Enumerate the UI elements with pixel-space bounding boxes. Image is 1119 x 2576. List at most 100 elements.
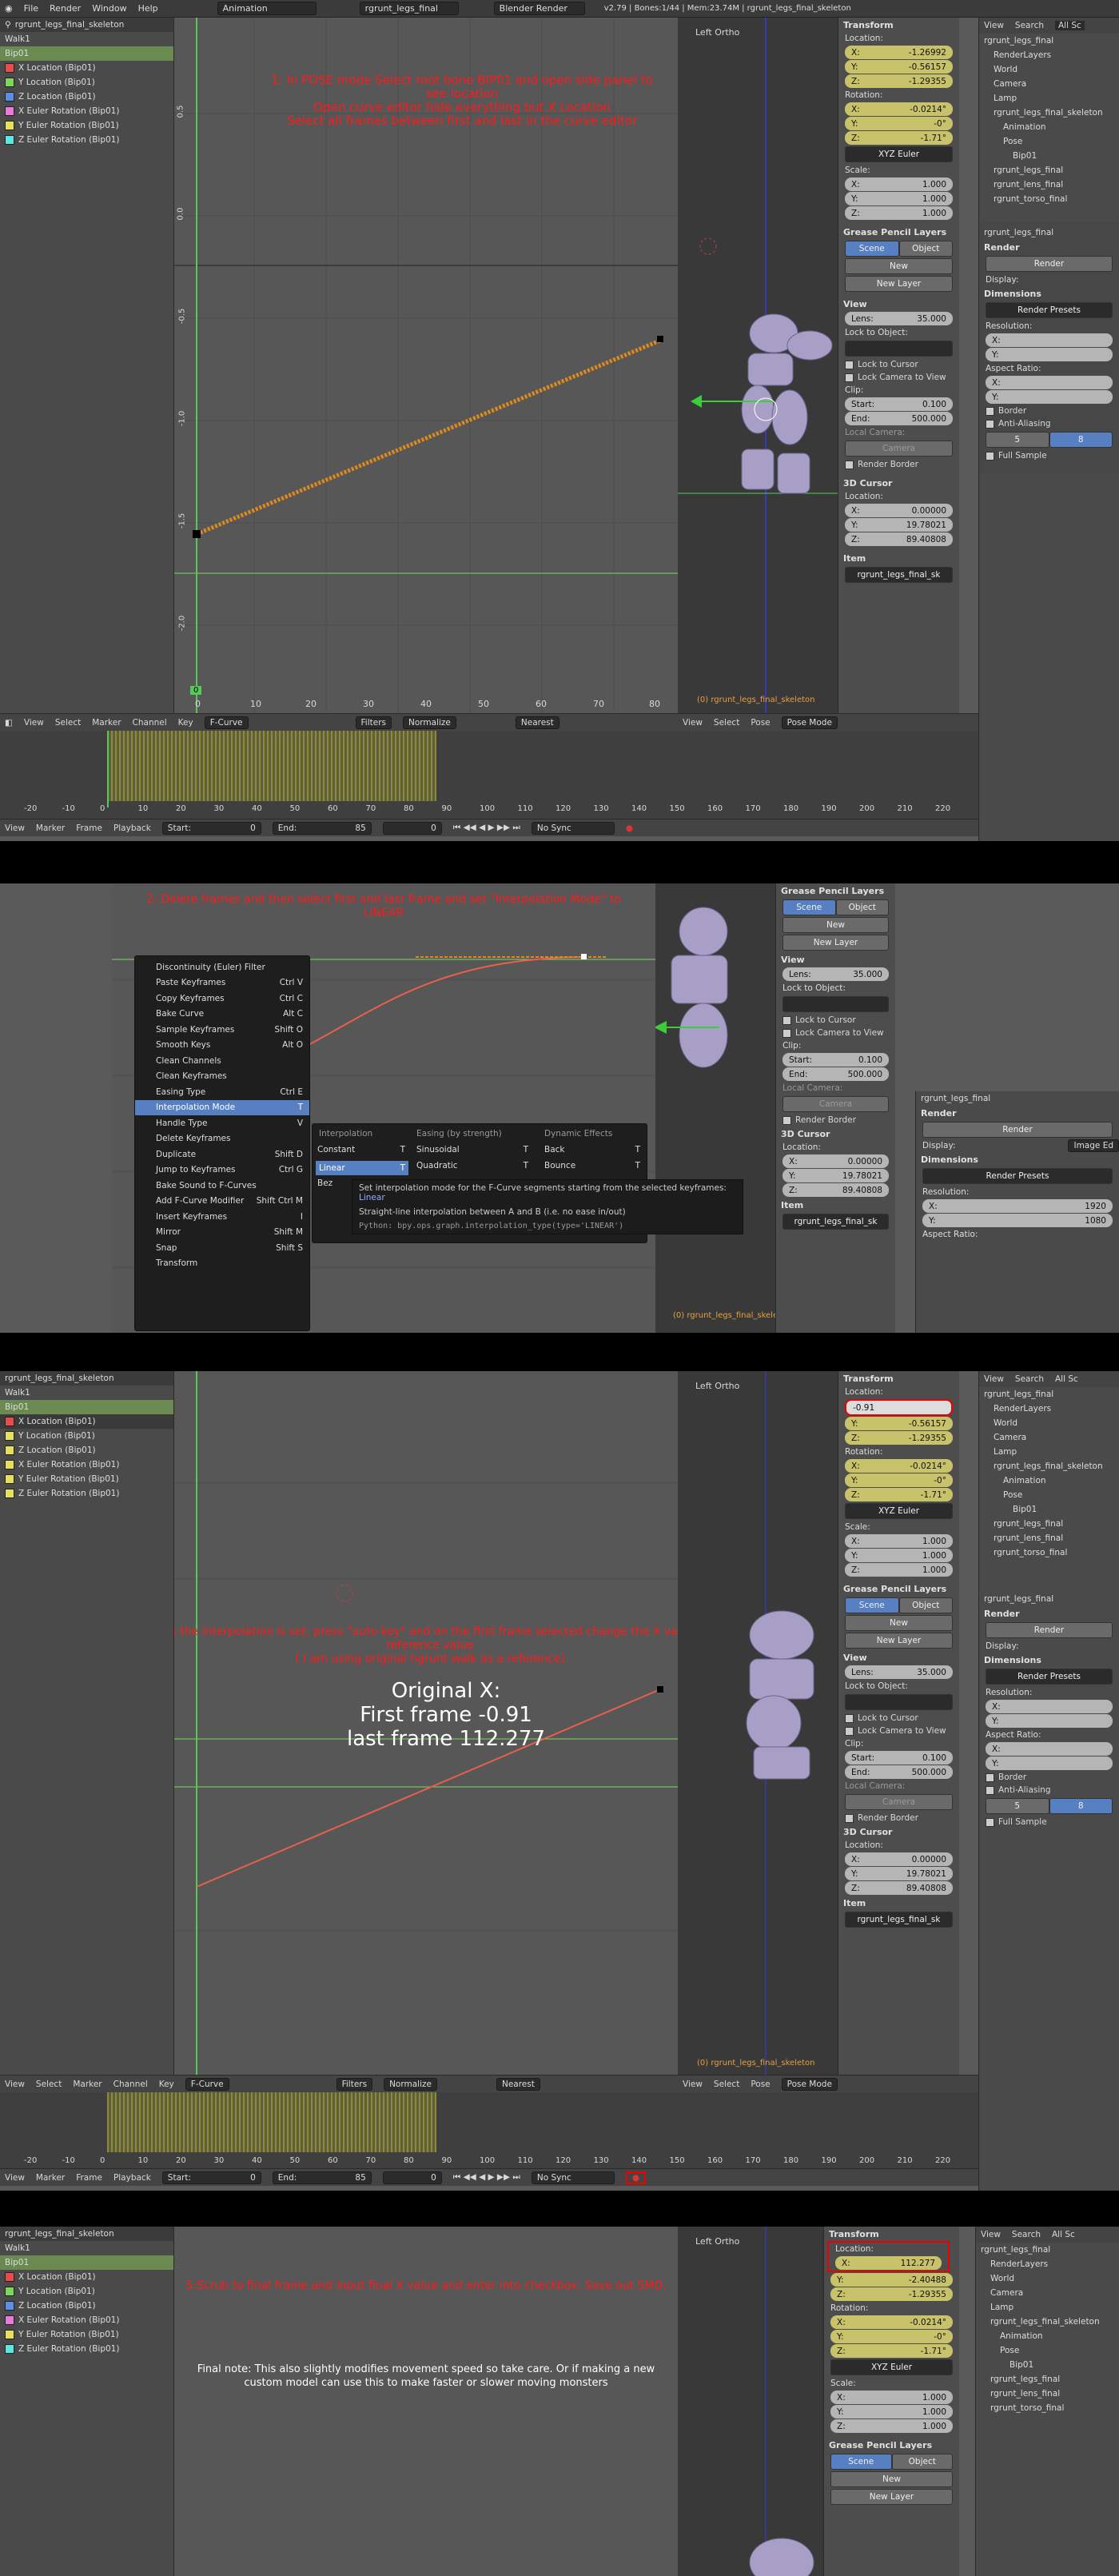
graph-menu-key[interactable]: Key: [178, 718, 193, 728]
props-tab-search[interactable]: Search: [1015, 1374, 1044, 1384]
graph-mode-select[interactable]: F-Curve: [185, 2077, 229, 2091]
outliner-item[interactable]: Animation: [979, 120, 1119, 134]
3d-viewport[interactable]: Left Ortho: [678, 2227, 823, 2576]
gp-scene-button[interactable]: Scene: [783, 899, 836, 915]
location-x-field[interactable]: X: -1.26992: [845, 46, 953, 59]
end-frame-field[interactable]: End: 85: [272, 821, 372, 835]
rotation-x-field[interactable]: X: -0.0214°: [830, 2315, 953, 2329]
border-checkbox[interactable]: Border: [979, 405, 1119, 417]
channel-z-rotation[interactable]: Z Euler Rotation (Bip01): [18, 1489, 119, 1498]
clip-start-field[interactable]: Start: 0.100: [845, 1751, 953, 1765]
gp-object-button[interactable]: Object: [898, 241, 953, 257]
render-button[interactable]: Render: [986, 256, 1113, 272]
menu-item[interactable]: Insert Keyframes I: [135, 1209, 309, 1225]
channel-z-rotation[interactable]: Z Euler Rotation (Bip01): [18, 135, 119, 145]
outliner-item[interactable]: rgrunt_legs_final_skeleton: [979, 1459, 1119, 1473]
aa-8-button[interactable]: 8: [1049, 432, 1113, 448]
render-presets[interactable]: Render Presets: [986, 1669, 1113, 1685]
local-camera-field[interactable]: Camera: [845, 441, 953, 457]
lock-camera-checkbox[interactable]: Lock Camera to View: [776, 1027, 895, 1039]
outliner-item[interactable]: rgrunt_legs_final: [979, 34, 1119, 48]
render-section[interactable]: Render: [916, 1106, 1119, 1120]
lock-object-field[interactable]: [783, 996, 889, 1012]
bone-label[interactable]: Bip01: [5, 49, 29, 58]
render-border-checkbox[interactable]: Render Border: [838, 458, 959, 471]
cursor-x-field[interactable]: X: 0.00000: [783, 1154, 889, 1168]
outliner-item[interactable]: Camera: [979, 77, 1119, 91]
channel-x-rotation[interactable]: X Euler Rotation (Bip01): [18, 106, 119, 116]
outliner-item[interactable]: rgrunt_legs_final: [979, 1387, 1119, 1402]
lock-object-field[interactable]: [845, 1694, 953, 1710]
gp-new-button[interactable]: New: [783, 917, 889, 933]
local-camera-field[interactable]: Camera: [845, 1794, 953, 1810]
filters-button[interactable]: Filters: [336, 2077, 373, 2091]
outliner-item[interactable]: RenderLayers: [979, 1402, 1119, 1416]
display-select[interactable]: Image Ed: [1068, 1139, 1119, 1152]
location-z-field[interactable]: Z: -1.29355: [830, 2287, 953, 2301]
anti-aliasing-checkbox[interactable]: Anti-Aliasing: [979, 1784, 1119, 1796]
tl-menu-frame[interactable]: Frame: [76, 823, 102, 833]
interp-constant[interactable]: Constant T: [317, 1145, 405, 1154]
rotation-x-field[interactable]: X: -0.0214°: [845, 1459, 953, 1473]
outliner-item[interactable]: Pose: [979, 134, 1119, 149]
local-camera-field[interactable]: Camera: [783, 1096, 889, 1112]
res-y-field[interactable]: Y: 1080: [922, 1214, 1113, 1227]
view-header[interactable]: View: [776, 952, 895, 967]
render-presets[interactable]: Render Presets: [922, 1168, 1113, 1184]
view-header[interactable]: View: [838, 297, 959, 311]
channel-y-rotation[interactable]: Y Euler Rotation (Bip01): [18, 1474, 119, 1484]
menu-item[interactable]: Handle Type V: [135, 1115, 309, 1131]
channel-y-location[interactable]: Y Location (Bip01): [18, 78, 95, 87]
scale-z-field[interactable]: Z: 1.000: [845, 206, 953, 220]
res-x-field[interactable]: X: 1920: [922, 1199, 1113, 1213]
engine-selector[interactable]: Blender Render: [493, 2, 585, 15]
pivot-select[interactable]: Nearest: [515, 716, 560, 729]
cursor-x-field[interactable]: X: 0.00000: [845, 1852, 953, 1866]
editor-type-icon[interactable]: ◧: [5, 718, 13, 728]
rotation-mode-select[interactable]: XYZ Euler: [845, 1503, 953, 1519]
location-x-field-editing[interactable]: -0.91: [845, 1399, 953, 1416]
aspect-x-field[interactable]: X:: [986, 1742, 1113, 1756]
view-menu-pose[interactable]: Pose: [751, 718, 770, 728]
location-y-field[interactable]: Y: -2.40488: [830, 2273, 953, 2287]
graph-menu-channel[interactable]: Channel: [133, 718, 167, 728]
cursor-x-field[interactable]: X: 0.00000: [845, 504, 953, 517]
3d-viewport[interactable]: Left Ortho (0) rgrunt_legs_final_skeleto…: [678, 18, 838, 713]
3d-cursor-header[interactable]: 3D Cursor: [838, 1824, 959, 1839]
menu-item[interactable]: Add F-Curve Modifier Shift Ctrl M: [135, 1194, 309, 1210]
gp-new-layer-button[interactable]: New Layer: [845, 276, 953, 292]
normalize-toggle[interactable]: Normalize: [384, 2077, 437, 2091]
graph-menu-select[interactable]: Select: [55, 718, 81, 728]
render-button[interactable]: Render: [922, 1122, 1113, 1138]
start-frame-field[interactable]: Start: 0: [161, 821, 261, 835]
render-border-checkbox[interactable]: Render Border: [776, 1114, 895, 1127]
scene-selector[interactable]: rgrunt_legs_final: [359, 2, 459, 15]
easing-quadratic[interactable]: Quadratic T: [416, 1161, 528, 1170]
clip-start-field[interactable]: Start: 0.100: [845, 397, 953, 411]
blender-logo-icon[interactable]: ◉: [5, 3, 13, 14]
mode-select[interactable]: Pose Mode: [781, 716, 838, 729]
menu-item[interactable]: Bake Curve Alt C: [135, 1007, 309, 1023]
dimensions-section[interactable]: Dimensions: [979, 286, 1119, 301]
item-header[interactable]: Item: [838, 1896, 959, 1910]
timeline[interactable]: -20 -10 0 10 20 30 40 50 60 70 80 90 100 110 120 130 140…: [0, 731, 978, 819]
interp-bezier[interactable]: Bez: [317, 1178, 333, 1188]
gp-object-button[interactable]: Object: [898, 1597, 953, 1613]
props-tab-view[interactable]: View: [984, 21, 1004, 30]
location-x-field[interactable]: X: 112.277: [835, 2256, 942, 2270]
outliner-item[interactable]: RenderLayers: [979, 48, 1119, 62]
aspect-y-field[interactable]: Y:: [986, 1757, 1113, 1770]
clip-start-field[interactable]: Start: 0.100: [783, 1053, 889, 1067]
clip-end-field[interactable]: End: 500.000: [783, 1067, 889, 1081]
channel-x-rotation[interactable]: X Euler Rotation (Bip01): [18, 1460, 119, 1469]
current-frame-field[interactable]: 0: [382, 821, 442, 835]
menu-item[interactable]: Easing Type Ctrl E: [135, 1084, 309, 1100]
gp-new-button[interactable]: New: [845, 258, 953, 274]
3d-cursor-header[interactable]: 3D Cursor: [776, 1127, 895, 1141]
menu-file[interactable]: File: [24, 3, 38, 14]
rotation-y-field[interactable]: Y: -0°: [845, 117, 953, 130]
aa-5-button[interactable]: 5: [986, 1798, 1049, 1814]
scale-z-field[interactable]: Z: 1.000: [845, 1563, 953, 1577]
3d-cursor-header[interactable]: 3D Cursor: [838, 476, 959, 490]
grease-pencil-header[interactable]: Grease Pencil Layers: [838, 1581, 959, 1596]
